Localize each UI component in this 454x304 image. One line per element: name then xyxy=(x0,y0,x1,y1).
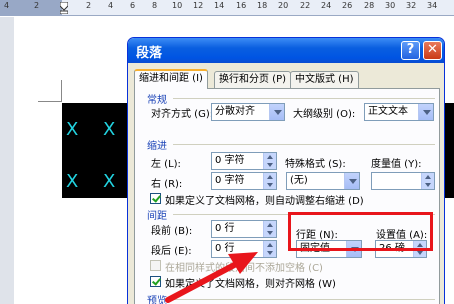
tab-indent-spacing[interactable]: 缩进和间距 (I) xyxy=(134,69,208,89)
red-arrow-icon xyxy=(165,252,258,303)
